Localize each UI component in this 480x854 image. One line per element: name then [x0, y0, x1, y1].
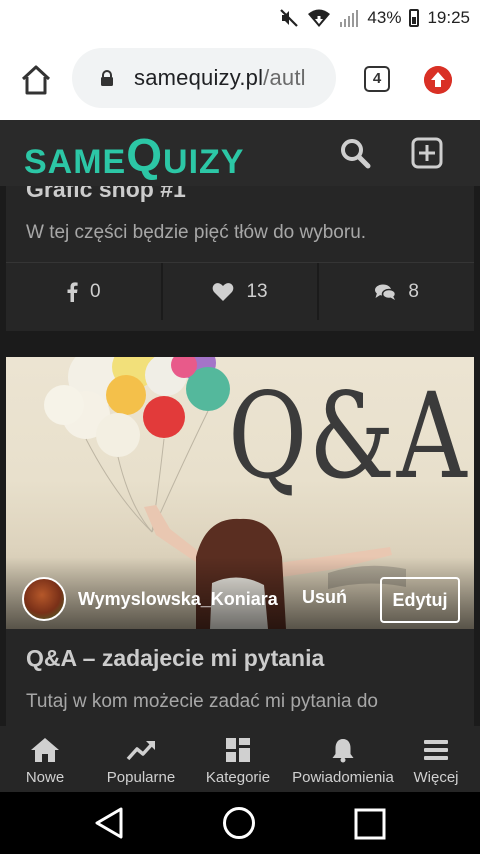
comments-icon — [375, 284, 397, 300]
grid-icon — [226, 738, 250, 762]
post-title[interactable]: Q&A – zadajecie mi pytania — [26, 645, 324, 672]
edit-button[interactable]: Edytuj — [380, 577, 460, 623]
facebook-share-button[interactable]: 0 — [6, 263, 161, 320]
comments-button[interactable]: 8 — [317, 263, 474, 320]
site-header: SAMEQUIZY — [0, 120, 480, 186]
home-icon — [31, 738, 59, 762]
post-card[interactable]: Q&A Wymyslowska_Koniara Usuń Edytuj Q&A … — [6, 357, 474, 726]
trending-icon — [126, 741, 155, 761]
nav-label: Powiadomienia — [292, 769, 394, 786]
nav-item-kategorie[interactable]: Kategorie — [192, 726, 284, 792]
recents-icon[interactable] — [354, 808, 386, 840]
browser-toolbar: samequizy.pl/autl 4 — [0, 36, 480, 120]
back-icon[interactable] — [92, 806, 126, 840]
bottom-navigation: Nowe Popularne Kategorie Powiadomienia W… — [0, 726, 480, 792]
url-text: samequizy.pl/autl — [134, 65, 330, 91]
nav-label: Więcej — [413, 769, 459, 786]
logo-part-q: Q — [126, 129, 164, 181]
comments-count: 8 — [408, 280, 419, 302]
wifi-icon — [308, 9, 331, 27]
heart-icon — [213, 282, 234, 301]
facebook-count: 0 — [90, 280, 101, 302]
post-description-continued: … — [26, 719, 45, 726]
post-card[interactable]: Grafic shop #1 W tej części będzie pięć … — [6, 186, 474, 331]
bell-icon — [332, 739, 354, 763]
tabs-icon[interactable]: 4 — [364, 66, 390, 92]
update-icon[interactable] — [424, 66, 452, 94]
site-logo[interactable]: SAMEQUIZY — [24, 128, 245, 181]
add-icon[interactable] — [410, 136, 444, 170]
status-icons: 43% 19:25 — [279, 6, 470, 30]
post-stats: 0 13 8 — [6, 262, 474, 320]
avatar[interactable] — [22, 577, 66, 621]
post-description: Tutaj w kom możecie zadać mi pytania do — [26, 691, 379, 712]
nav-item-nowe[interactable]: Nowe — [0, 726, 90, 792]
battery-percent: 43% — [367, 8, 402, 27]
facebook-icon — [67, 281, 78, 302]
nav-item-powiadomienia[interactable]: Powiadomienia — [284, 726, 402, 792]
image-title-text: Q&A — [228, 367, 469, 505]
nav-item-popularne[interactable]: Popularne — [90, 726, 192, 792]
address-bar[interactable]: samequizy.pl/autl — [72, 48, 336, 108]
mute-icon — [280, 9, 299, 27]
lock-icon — [101, 70, 113, 86]
post-description: W tej części będzie pięć tłów do wyboru. — [26, 222, 367, 243]
nav-label: Popularne — [106, 769, 176, 786]
clock: 19:25 — [427, 8, 470, 27]
post-title[interactable]: Grafic shop #1 — [26, 186, 186, 203]
search-icon[interactable] — [338, 136, 372, 170]
home-circle-icon[interactable] — [222, 806, 256, 840]
nav-item-wiecej[interactable]: Więcej — [402, 726, 470, 792]
url-domain: samequizy.pl — [134, 65, 264, 90]
logo-part-same: SAME — [24, 143, 127, 181]
nav-label: Nowe — [25, 769, 65, 786]
status-bar: 43% 19:25 — [0, 0, 480, 36]
logo-part-uizy: UIZY — [163, 143, 245, 181]
menu-icon — [424, 740, 448, 760]
battery-icon — [409, 9, 420, 27]
home-icon[interactable] — [18, 62, 54, 98]
system-navigation-bar — [0, 792, 480, 854]
url-path: /autl — [263, 65, 306, 90]
like-button[interactable]: 13 — [160, 263, 318, 320]
author-name[interactable]: Wymyslowska_Koniara — [78, 589, 278, 610]
post-image[interactable]: Q&A Wymyslowska_Koniara Usuń Edytuj — [6, 357, 474, 629]
signal-icon — [340, 10, 359, 27]
likes-count: 13 — [246, 280, 268, 302]
quiz-feed[interactable]: Grafic shop #1 W tej części będzie pięć … — [0, 186, 480, 726]
nav-label: Kategorie — [205, 769, 271, 786]
remove-link[interactable]: Usuń — [302, 587, 347, 608]
